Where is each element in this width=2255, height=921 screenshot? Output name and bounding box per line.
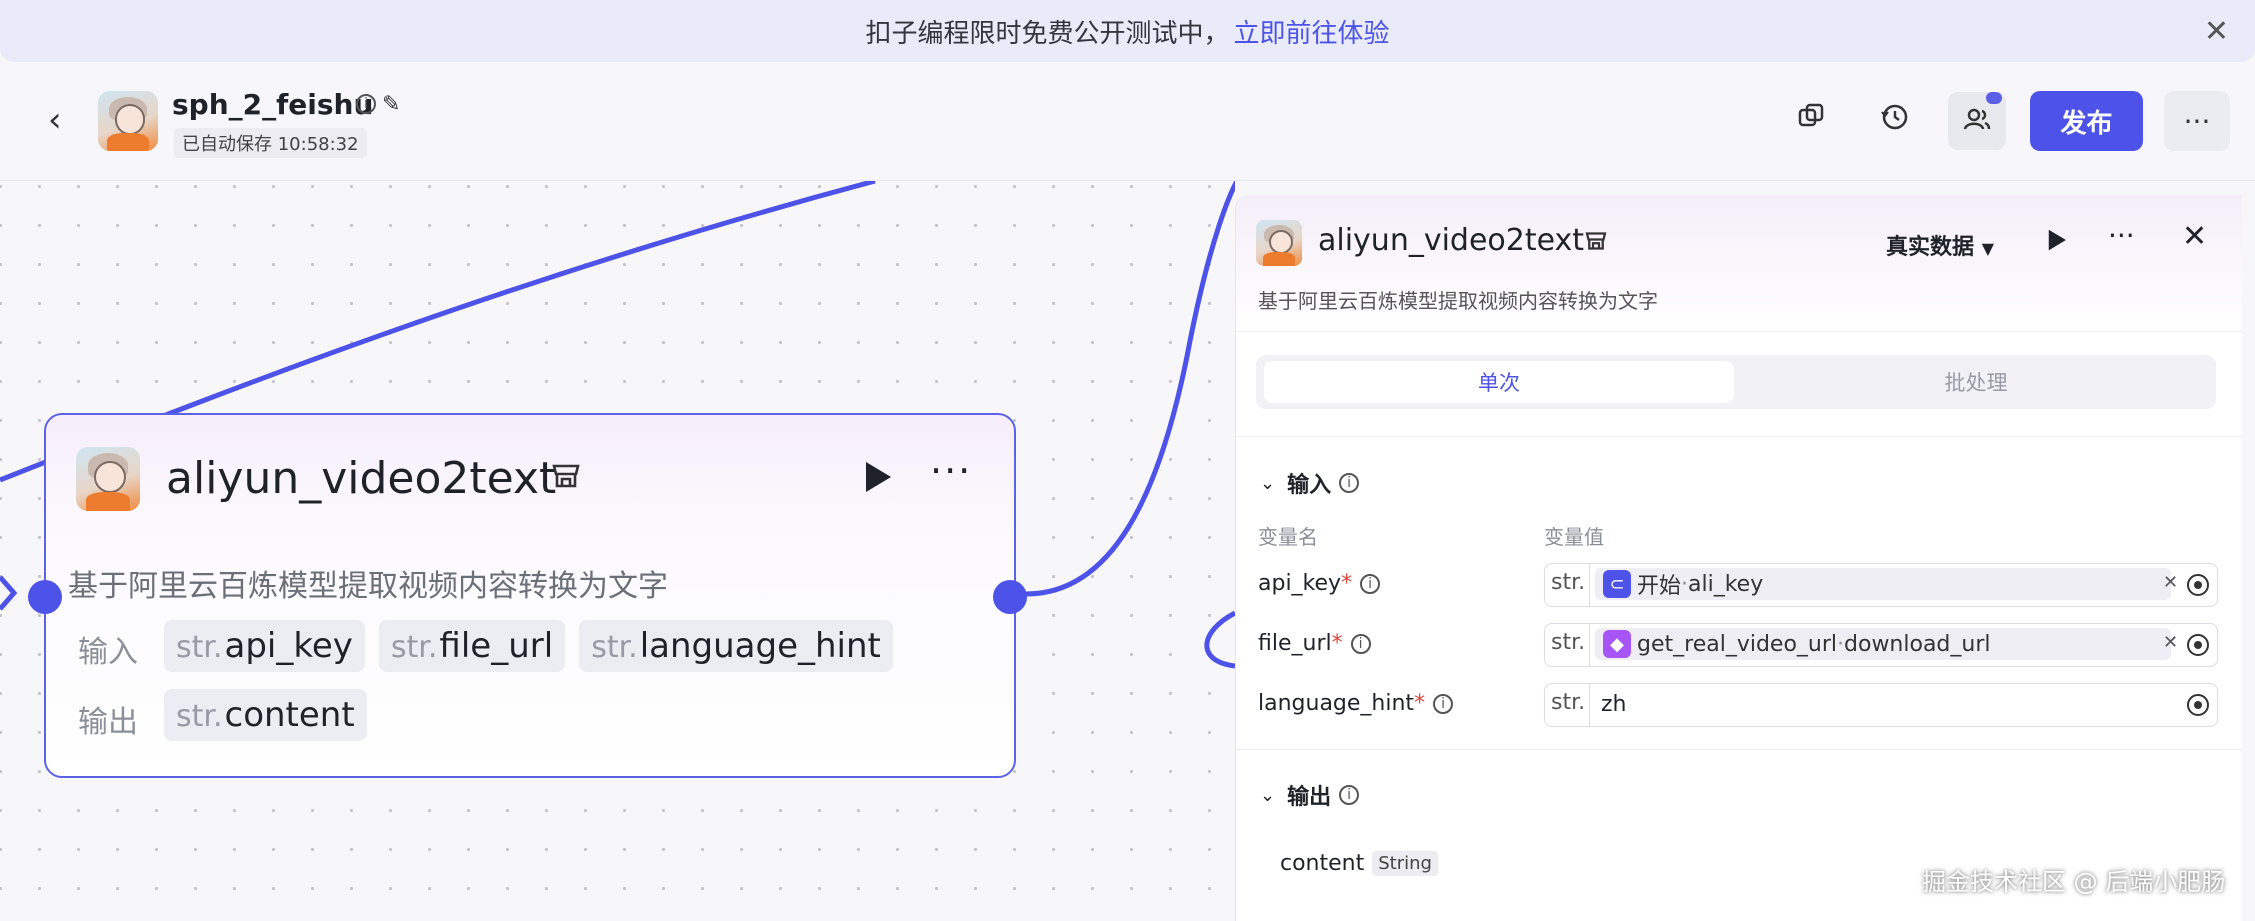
variable-picker-icon[interactable] — [2187, 634, 2209, 656]
banner-link[interactable]: 立即前往体验 — [1234, 13, 1390, 50]
input-tag: str. api_key — [164, 620, 365, 672]
node-inputs: str. api_key str. file_url str. language_hi… — [164, 620, 907, 672]
output-tag: str. content — [164, 689, 367, 741]
store-icon — [1584, 229, 1608, 257]
info-icon[interactable]: i — [348, 93, 376, 114]
info-icon: i — [1433, 694, 1454, 714]
node-config-panel: aliyun_video2text 真实数据 ▼ ··· ✕ 基于阿里云百炼模型… — [1235, 195, 2242, 921]
col-value-header: 变量值 — [1544, 525, 1604, 549]
type-label: str. — [1551, 570, 1586, 595]
node-title: aliyun_video2text — [166, 453, 557, 504]
more-icon[interactable]: ··· — [2164, 91, 2230, 151]
param-name: api_key* i — [1258, 571, 1381, 596]
col-name-header: 变量名 — [1258, 525, 1318, 549]
input-tag: str. language_hint — [579, 620, 893, 672]
copy-icon[interactable] — [1797, 102, 1825, 138]
param-name: language_hint* i — [1258, 691, 1454, 716]
panel-title: aliyun_video2text — [1318, 223, 1585, 258]
api-key-field[interactable]: str. ⊂ 开始 · ali_key ✕ — [1544, 563, 2218, 607]
file-url-field[interactable]: str. ◆ get_real_video_url · download_url… — [1544, 623, 2218, 667]
info-icon[interactable]: i — [1339, 785, 1360, 805]
panel-avatar — [1256, 220, 1302, 266]
clear-icon[interactable]: ✕ — [2163, 572, 2178, 593]
autosave-status: 已自动保存 10:58:32 — [174, 128, 367, 158]
publish-button[interactable]: 发布 — [2030, 91, 2143, 151]
close-icon[interactable]: ✕ — [2204, 14, 2229, 49]
invite-users-button[interactable] — [1948, 92, 2006, 150]
avatar — [98, 91, 158, 151]
node-more-icon[interactable]: ··· — [930, 449, 972, 493]
notification-badge — [1986, 92, 2002, 104]
language-hint-field[interactable]: str. zh — [1544, 683, 2218, 727]
node-output-label: 输出 — [78, 705, 138, 740]
panel-description: 基于阿里云百炼模型提取视频内容转换为文字 — [1258, 289, 1658, 313]
output-item: content String — [1280, 851, 1438, 876]
input-tag: str. file_url — [378, 620, 566, 672]
type-label: str. — [1551, 690, 1586, 715]
close-icon[interactable]: ✕ — [2182, 219, 2207, 254]
panel-more-icon[interactable]: ··· — [2108, 219, 2135, 252]
variable-picker-icon[interactable] — [2187, 694, 2209, 716]
tab-single[interactable]: 单次 — [1264, 361, 1734, 403]
invite-users-icon — [1962, 104, 1992, 138]
info-icon[interactable]: i — [1339, 473, 1360, 493]
node-input-label: 输入 — [78, 635, 138, 670]
input-section-title: 输入 — [1287, 473, 1332, 498]
input-section-toggle[interactable]: ⌄ 输入 i — [1260, 467, 1360, 499]
info-icon: i — [1360, 574, 1381, 594]
ref-chip[interactable]: ⊂ 开始 · ali_key — [1595, 568, 2171, 600]
edit-icon[interactable]: ✎ — [382, 92, 400, 117]
param-name: file_url* i — [1258, 631, 1371, 656]
ref-chip[interactable]: ◆ get_real_video_url · download_url — [1595, 628, 2171, 660]
history-icon[interactable] — [1880, 102, 1910, 140]
data-mode-select[interactable]: 真实数据 ▼ — [1886, 229, 1994, 261]
node-avatar — [76, 447, 140, 511]
back-icon[interactable]: ‹ — [48, 100, 62, 140]
store-icon — [550, 460, 582, 496]
output-name: content — [1280, 851, 1365, 876]
workflow-node[interactable]: aliyun_video2text ··· 基于阿里云百炼模型提取视频内容转换为… — [44, 413, 1016, 778]
chevron-down-icon: ▼ — [1981, 239, 1994, 258]
language-hint-value[interactable]: zh — [1601, 692, 1627, 717]
plugin-node-icon: ◆ — [1603, 630, 1631, 658]
type-label: str. — [1551, 630, 1586, 655]
top-header — [0, 62, 2255, 181]
output-section-title: 输出 — [1287, 785, 1332, 810]
start-node-icon: ⊂ — [1603, 570, 1631, 598]
announcement-banner: 扣子编程限时免费公开测试中， 立即前往体验 ✕ — [0, 0, 2255, 62]
play-icon[interactable] — [862, 459, 894, 499]
output-port[interactable] — [993, 580, 1027, 614]
chevron-down-icon: ⌄ — [1260, 472, 1276, 494]
output-section-toggle[interactable]: ⌄ 输出 i — [1260, 779, 1360, 811]
panel-header: aliyun_video2text 真实数据 ▼ ··· ✕ 基于阿里云百炼模型… — [1236, 195, 2242, 332]
info-icon: i — [1350, 634, 1371, 654]
tab-batch[interactable]: 批处理 — [1741, 361, 2211, 403]
node-description: 基于阿里云百炼模型提取视频内容转换为文字 — [68, 569, 668, 604]
chevron-down-icon: ⌄ — [1260, 784, 1276, 806]
mode-tabs: 单次 批处理 — [1256, 355, 2216, 409]
play-icon[interactable] — [2046, 227, 2068, 257]
watermark: 掘金技术社区 @ 后端小肥肠 — [1922, 868, 2226, 896]
app-name: sph_2_feishu — [172, 88, 374, 121]
clear-icon[interactable]: ✕ — [2163, 632, 2178, 653]
input-port[interactable] — [28, 580, 62, 614]
node-outputs: str. content — [164, 689, 381, 741]
variable-picker-icon[interactable] — [2187, 574, 2209, 596]
output-type-badge: String — [1372, 851, 1438, 876]
banner-text: 扣子编程限时免费公开测试中， — [865, 18, 1230, 49]
